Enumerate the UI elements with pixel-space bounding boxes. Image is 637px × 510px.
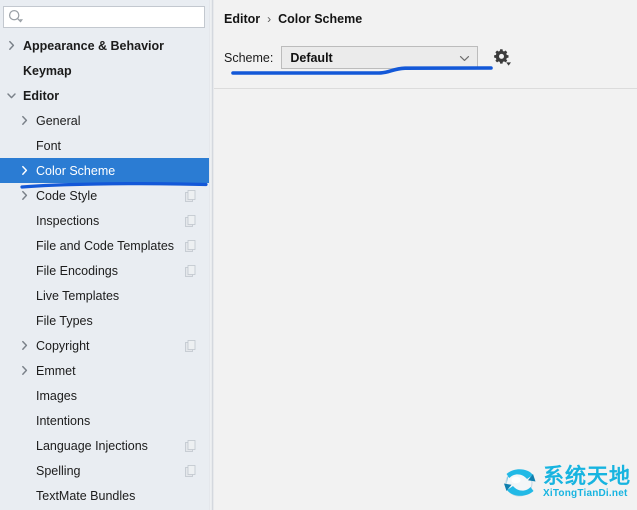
project-scope-icon [185, 340, 196, 352]
sidebar-item-label: Live Templates [36, 288, 120, 303]
sidebar-item-label: Emmet [36, 363, 76, 378]
sidebar-item-images[interactable]: Images [0, 383, 209, 408]
chevron-down-icon [460, 56, 470, 61]
sidebar-item-code-style[interactable]: Code Style [0, 183, 209, 208]
chevron-right-icon[interactable] [18, 164, 31, 177]
watermark-title: 系统天地 [543, 463, 631, 488]
sidebar-item-label: Intentions [36, 413, 91, 428]
sidebar-item-label: Copyright [36, 338, 90, 353]
sidebar-item-live-templates[interactable]: Live Templates [0, 283, 209, 308]
sidebar-item-label: Images [36, 388, 77, 403]
chevron-right-icon[interactable] [18, 339, 31, 352]
scheme-row: Scheme: Default [224, 46, 514, 69]
sidebar-item-label: Editor [23, 88, 60, 103]
project-scope-icon [185, 215, 196, 227]
breadcrumb-separator-icon: › [267, 12, 272, 26]
project-scope-icon [185, 440, 196, 452]
gear-icon[interactable] [493, 48, 513, 68]
scheme-settings-button[interactable] [492, 47, 514, 69]
sidebar-item-label: File Types [36, 313, 93, 328]
sidebar-item-intentions[interactable]: Intentions [0, 408, 209, 433]
chevron-right-icon[interactable] [5, 39, 18, 52]
watermark-domain: XiTongTianDi.net [543, 487, 628, 499]
sidebar-item-label: TextMate Bundles [36, 488, 136, 503]
sidebar-item-keymap[interactable]: Keymap [0, 58, 209, 83]
chevron-right-icon[interactable] [18, 114, 31, 127]
project-scope-icon [185, 190, 196, 202]
settings-tree[interactable]: Appearance & Behavior Keymap Editor General… [0, 33, 209, 510]
scheme-dropdown[interactable]: Default [281, 46, 479, 69]
watermark: 系统天地 XiTongTianDi.net [500, 462, 631, 502]
sidebar-item-label: Color Scheme [36, 163, 116, 178]
sidebar-item-label: Appearance & Behavior [23, 38, 165, 53]
sidebar-item-general[interactable]: General [0, 108, 209, 133]
search-input[interactable] [25, 8, 204, 26]
sidebar-item-label: Inspections [36, 213, 100, 228]
sidebar-item-file-types[interactable]: File Types [0, 308, 209, 333]
project-scope-icon [185, 265, 196, 277]
sidebar-item-inspections[interactable]: Inspections [0, 208, 209, 233]
breadcrumb: Editor › Color Scheme [224, 12, 362, 26]
sidebar-item-editor[interactable]: Editor [0, 83, 209, 108]
project-scope-icon [185, 465, 196, 477]
sidebar-item-textmate-bundles[interactable]: TextMate Bundles [0, 483, 209, 508]
sidebar-item-file-and-code-templates[interactable]: File and Code Templates [0, 233, 209, 258]
sidebar-item-label: File Encodings [36, 263, 118, 278]
settings-sidebar: Appearance & Behavior Keymap Editor General… [0, 0, 209, 510]
search-box[interactable] [3, 6, 205, 28]
search-icon[interactable] [7, 8, 25, 26]
sidebar-item-emmet[interactable]: Emmet [0, 358, 209, 383]
sidebar-item-label: Language Injections [36, 438, 148, 453]
content-separator [214, 88, 637, 89]
sidebar-item-label: Spelling [36, 463, 81, 478]
chevron-right-icon[interactable] [18, 189, 31, 202]
breadcrumb-parent[interactable]: Editor [224, 12, 260, 26]
settings-dialog: Appearance & Behavior Keymap Editor General… [0, 0, 637, 510]
breadcrumb-current: Color Scheme [278, 12, 363, 26]
sidebar-item-label: File and Code Templates [36, 238, 175, 253]
sidebar-item-color-scheme[interactable]: Color Scheme [0, 158, 209, 183]
sidebar-item-file-encodings[interactable]: File Encodings [0, 258, 209, 283]
scheme-label: Scheme: [224, 50, 274, 65]
sidebar-item-appearance-behavior[interactable]: Appearance & Behavior [0, 33, 209, 58]
scheme-selected-value: Default [290, 50, 333, 65]
chevron-right-icon[interactable] [18, 364, 31, 377]
sidebar-item-label: Keymap [23, 63, 72, 78]
sidebar-item-spelling[interactable]: Spelling [0, 458, 209, 483]
sidebar-item-font[interactable]: Font [0, 133, 209, 158]
sidebar-item-language-injections[interactable]: Language Injections [0, 433, 209, 458]
sidebar-item-copyright[interactable]: Copyright [0, 333, 209, 358]
chevron-down-icon[interactable] [5, 89, 18, 102]
settings-content-panel: Editor › Color Scheme Scheme: Default 系统… [214, 0, 637, 510]
globe-icon [504, 469, 536, 497]
sidebar-item-label: Code Style [36, 188, 98, 203]
sidebar-item-label: General [36, 113, 81, 128]
project-scope-icon [185, 240, 196, 252]
sidebar-item-label: Font [36, 138, 62, 153]
